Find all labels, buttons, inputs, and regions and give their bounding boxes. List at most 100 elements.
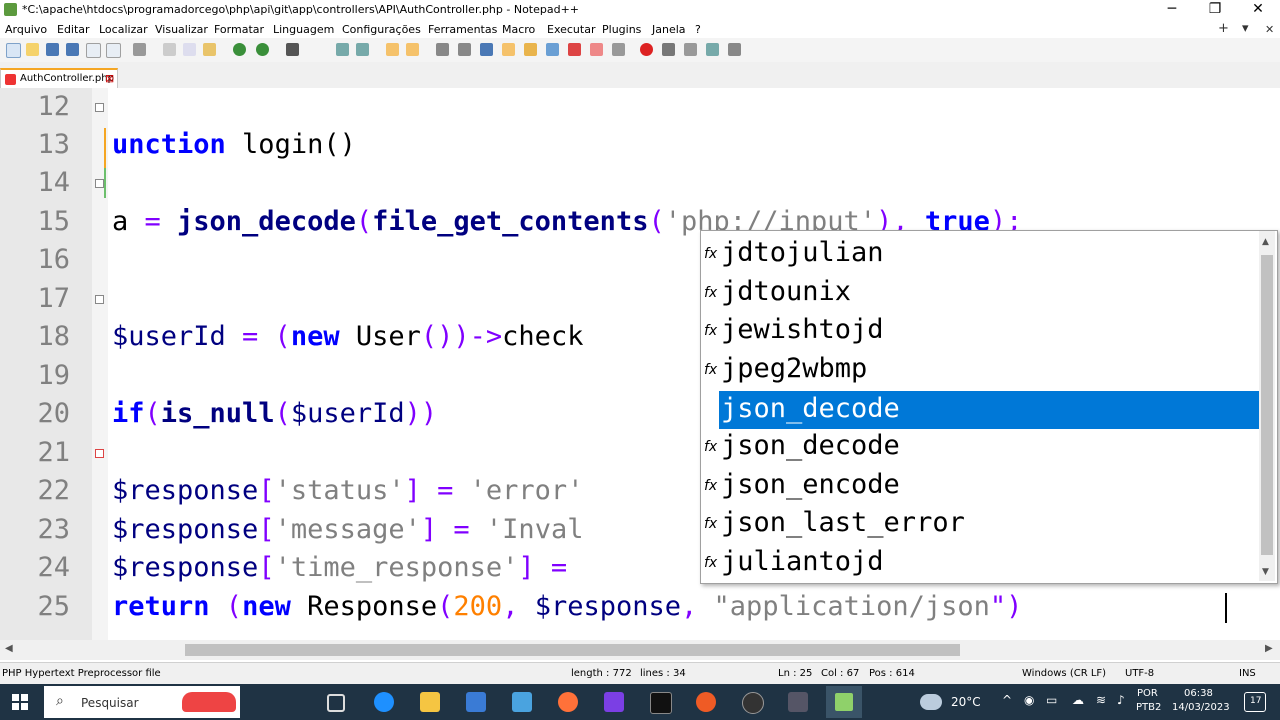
github-desktop-icon[interactable] <box>742 692 764 714</box>
horizontal-scroll-thumb[interactable] <box>185 644 960 656</box>
scroll-left-icon[interactable]: ◀ <box>5 643 13 654</box>
autocomplete-item-selected[interactable]: json_decode <box>719 391 1259 429</box>
weather-icon[interactable] <box>920 694 942 710</box>
sync-scroll-icon[interactable] <box>386 43 399 56</box>
open-file-icon[interactable] <box>26 43 39 56</box>
autocomplete-item[interactable]: fx json_last_error <box>701 505 1261 543</box>
menu-janela[interactable]: Janela <box>652 23 686 36</box>
word-wrap-icon[interactable] <box>436 43 449 56</box>
redo-icon[interactable] <box>256 43 269 56</box>
minimize-button[interactable]: ─ <box>1152 0 1192 20</box>
clock-date[interactable]: 14/03/2023 <box>1172 702 1230 713</box>
menu-visualizar[interactable]: Visualizar <box>155 23 208 36</box>
network-icon[interactable]: ▭ <box>1046 693 1057 707</box>
new-file-icon[interactable] <box>6 43 21 58</box>
windows-start-icon[interactable] <box>12 694 28 710</box>
postman-icon[interactable] <box>696 692 716 712</box>
horizontal-scrollbar[interactable]: ◀ ▶ <box>0 640 1280 660</box>
menu-ferramentas[interactable]: Ferramentas <box>428 23 497 36</box>
scroll-down-icon[interactable]: ▼ <box>1262 567 1269 577</box>
menu-help[interactable]: ? <box>695 23 701 36</box>
store-icon[interactable] <box>466 692 486 712</box>
indent-guide-icon[interactable] <box>480 43 493 56</box>
save-macro-icon[interactable] <box>728 43 741 56</box>
tray-expand-icon[interactable]: ^ <box>1002 693 1012 707</box>
tab-authcontroller[interactable]: AuthController.php ⊠ <box>0 68 118 88</box>
add-tab-icon[interactable]: + <box>1218 21 1229 36</box>
menu-arquivo[interactable]: Arquivo <box>5 23 47 36</box>
autocomplete-popup[interactable]: fx jdtojulian fx jdtounix fx jewishtojd … <box>700 230 1278 584</box>
play-macro-icon[interactable] <box>684 43 697 56</box>
copy-icon[interactable] <box>183 43 196 56</box>
status-insert-mode[interactable]: INS <box>1239 668 1256 679</box>
zoom-in-icon[interactable] <box>336 43 349 56</box>
terminal-icon[interactable] <box>650 692 672 714</box>
stop-macro-icon[interactable] <box>662 43 675 56</box>
autocomplete-item[interactable]: fx jewishtojd <box>701 312 1261 350</box>
menu-plugins[interactable]: Plugins <box>602 23 641 36</box>
menu-executar[interactable]: Executar <box>547 23 596 36</box>
monitoring-icon[interactable] <box>590 43 603 56</box>
folder-workspace-icon[interactable] <box>568 43 581 56</box>
doc-map-icon[interactable] <box>524 43 537 56</box>
firefox-icon[interactable] <box>558 692 578 712</box>
weather-temp[interactable]: 20°C <box>951 695 981 709</box>
tab-list-icon[interactable]: ▾ <box>1242 21 1249 36</box>
volume-icon[interactable]: ♪ <box>1117 693 1125 707</box>
clock-time[interactable]: 06:38 <box>1184 688 1213 699</box>
edge-icon[interactable] <box>374 692 394 712</box>
autocomplete-item[interactable]: fx juliantojd <box>701 544 1261 582</box>
menu-linguagem[interactable]: Linguagem <box>273 23 334 36</box>
function-list-icon[interactable] <box>546 43 559 56</box>
autocomplete-item[interactable]: fx json_decode <box>701 428 1261 466</box>
menu-localizar[interactable]: Localizar <box>99 23 148 36</box>
taskbar-search-box[interactable]: ⌕ Pesquisar <box>44 686 240 718</box>
preview-icon[interactable] <box>612 43 625 56</box>
notepadpp-taskbar-button[interactable] <box>826 686 862 718</box>
paste-icon[interactable] <box>203 43 216 56</box>
autocomplete-item[interactable]: fx jdtounix <box>701 274 1261 312</box>
onenote-icon[interactable] <box>604 692 624 712</box>
close-button[interactable]: ✕ <box>1238 0 1278 20</box>
autocomplete-item[interactable]: fx jpeg2wbmp <box>701 351 1261 389</box>
maximize-button[interactable]: ❐ <box>1195 0 1235 20</box>
close-file-icon[interactable] <box>86 43 101 58</box>
scroll-up-icon[interactable]: ▲ <box>1262 237 1269 247</box>
keyboard-language[interactable]: POR <box>1137 688 1158 699</box>
lang-define-icon[interactable] <box>502 43 515 56</box>
autocomplete-scrollbar[interactable]: ▲ ▼ <box>1259 231 1275 581</box>
fold-toggle-icon[interactable] <box>95 449 104 458</box>
save-all-icon[interactable] <box>66 43 79 56</box>
autocomplete-scroll-thumb[interactable] <box>1261 255 1273 555</box>
sync-horizontal-icon[interactable] <box>406 43 419 56</box>
fold-toggle-icon[interactable] <box>95 295 104 304</box>
cloud-icon[interactable]: ☁ <box>1072 693 1084 707</box>
autocomplete-item[interactable]: fx json_encode <box>701 467 1261 505</box>
find-icon[interactable] <box>286 43 299 56</box>
print-icon[interactable] <box>133 43 146 56</box>
record-macro-icon[interactable] <box>640 43 653 56</box>
notifications-icon[interactable]: 17 <box>1244 692 1266 712</box>
cut-icon[interactable] <box>163 43 176 56</box>
keyboard-layout[interactable]: PTB2 <box>1136 702 1161 713</box>
menu-macro[interactable]: Macro <box>502 23 535 36</box>
close-all-icon[interactable] <box>106 43 121 58</box>
app-icon[interactable] <box>788 692 808 712</box>
file-explorer-icon[interactable] <box>420 692 440 712</box>
tray-app-icon[interactable]: ◉ <box>1024 693 1034 707</box>
fold-toggle-icon[interactable] <box>95 179 104 188</box>
close-doc-icon[interactable]: ✕ <box>1265 23 1274 36</box>
wifi-icon[interactable]: ≋ <box>1096 693 1106 707</box>
fold-toggle-icon[interactable] <box>95 103 104 112</box>
task-view-icon[interactable] <box>327 694 345 712</box>
menu-formatar[interactable]: Formatar <box>214 23 264 36</box>
zoom-out-icon[interactable] <box>356 43 369 56</box>
status-eol[interactable]: Windows (CR LF) <box>1022 668 1106 679</box>
run-macro-multiple-icon[interactable] <box>706 43 719 56</box>
mail-icon[interactable] <box>512 692 532 712</box>
menu-configuracoes[interactable]: Configurações <box>342 23 421 36</box>
save-icon[interactable] <box>46 43 59 56</box>
autocomplete-item[interactable]: fx jdtojulian <box>701 235 1261 273</box>
menu-editar[interactable]: Editar <box>57 23 90 36</box>
tab-close-icon[interactable]: ⊠ <box>105 72 114 85</box>
